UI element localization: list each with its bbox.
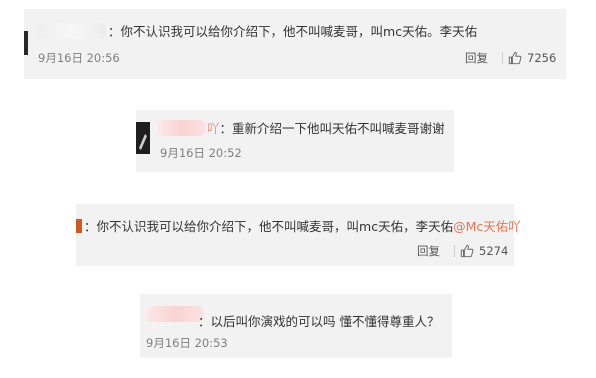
comment-body: 你不认识我可以给你介绍下，他不叫喊麦哥，叫mc天佑，李天佑 <box>96 219 454 234</box>
username-blurred[interactable] <box>146 306 204 322</box>
avatar[interactable] <box>76 219 82 233</box>
comment-body: 以后叫你演戏的可以吗 懂不懂得尊重人？ <box>210 314 440 329</box>
avatar[interactable] <box>24 31 28 55</box>
comment-time[interactable]: 9月16日 20:52 <box>160 146 242 160</box>
avatar[interactable] <box>136 122 150 154</box>
comment-card-4: ：以后叫你演戏的可以吗 懂不懂得尊重人？ 9月16日 20:53 <box>140 294 452 358</box>
thumbs-up-icon <box>460 244 474 258</box>
separator <box>454 245 455 257</box>
comment-text: ：你不认识我可以给你介绍下，他不叫喊麦哥，叫mc天佑，李天佑@Mc天佑吖 <box>84 219 521 235</box>
comment-text: 吖：重新介绍一下他叫天佑不叫喊麦哥谢谢 <box>207 121 445 137</box>
comment-body: 你不认识我可以给你介绍下，他不叫喊麦哥，叫mc天佑。李天佑 <box>120 24 478 39</box>
comment-time[interactable]: 9月16日 20:53 <box>146 336 228 350</box>
comment-text: ：你不认识我可以给你介绍下，他不叫喊麦哥，叫mc天佑。李天佑 <box>108 24 477 40</box>
like-count: 7256 <box>527 51 557 65</box>
reply-button[interactable]: 回复 <box>417 244 440 258</box>
name-separator: ： <box>84 219 97 234</box>
comment-card-2: 吖：重新介绍一下他叫天佑不叫喊麦哥谢谢 9月16日 20:52 <box>136 110 454 172</box>
like-button[interactable]: 5274 <box>454 244 508 258</box>
comment-card-3: ：你不认识我可以给你介绍下，他不叫喊麦哥，叫mc天佑，李天佑@Mc天佑吖 回复 … <box>76 204 521 266</box>
comment-text: ：以后叫你演戏的可以吗 懂不懂得尊重人？ <box>198 314 440 330</box>
mention-link[interactable]: @Mc天佑吖 <box>453 219 521 234</box>
name-separator: ： <box>219 121 233 136</box>
like-button[interactable]: 7256 <box>502 51 556 65</box>
separator <box>502 52 503 64</box>
reply-button[interactable]: 回复 <box>465 51 488 65</box>
comment-body: 重新介绍一下他叫天佑不叫喊麦哥谢谢 <box>232 121 445 136</box>
comment-time[interactable]: 9月16日 20:56 <box>38 51 120 65</box>
username-blurred[interactable] <box>158 120 206 136</box>
username-blurred[interactable] <box>36 23 106 39</box>
thumbs-up-icon <box>508 51 522 65</box>
name-separator: ： <box>108 24 121 39</box>
name-separator: ： <box>198 314 211 329</box>
avatar-mark-icon <box>139 134 147 150</box>
like-count: 5274 <box>479 244 509 258</box>
username-suffix[interactable]: 吖 <box>207 121 220 136</box>
comment-card-1: ：你不认识我可以给你介绍下，他不叫喊麦哥，叫mc天佑。李天佑 9月16日 20:… <box>24 9 566 79</box>
